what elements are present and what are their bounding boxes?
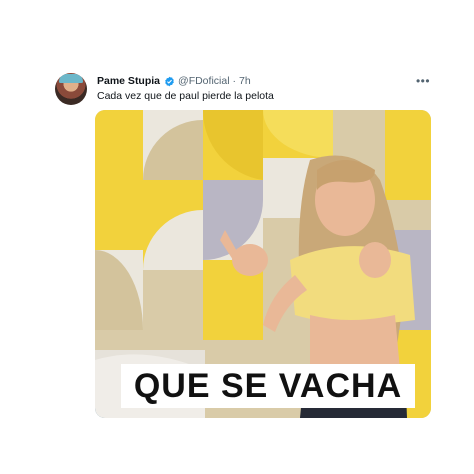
timestamp[interactable]: 7h bbox=[239, 75, 251, 87]
avatar-cap-shape bbox=[59, 74, 83, 83]
author-name[interactable]: Pame Stupia bbox=[97, 75, 160, 87]
author-handle[interactable]: @FDoficial bbox=[178, 75, 230, 87]
avatar[interactable] bbox=[55, 73, 87, 105]
tweet-text: Cada vez que de paul pierde la pelota bbox=[97, 90, 274, 102]
separator-dot: · bbox=[232, 75, 237, 87]
more-horizontal-icon[interactable]: ••• bbox=[414, 74, 432, 88]
tweet-header: Pame Stupia @FDoficial · 7h bbox=[97, 74, 251, 88]
meme-caption: QUE SE VACHA bbox=[121, 364, 415, 408]
verified-badge-icon bbox=[164, 76, 175, 87]
tweet-media[interactable]: QUE SE VACHA bbox=[95, 110, 431, 418]
tweet-card[interactable]: Pame Stupia @FDoficial · 7h ••• Cada vez… bbox=[0, 0, 474, 474]
